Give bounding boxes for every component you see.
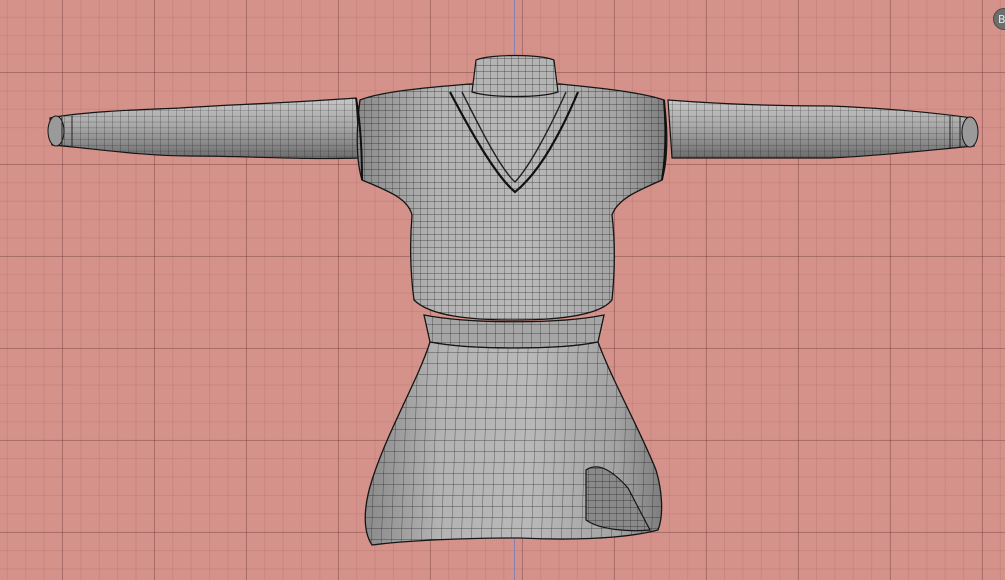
turtleneck-collar[interactable]: [471, 54, 559, 98]
right-sleeve[interactable]: [667, 99, 979, 159]
gizmo-label: B: [998, 13, 1005, 26]
skirt[interactable]: [364, 341, 663, 546]
sweater-torso[interactable]: [355, 83, 668, 321]
3d-viewport[interactable]: B: [0, 0, 1005, 580]
sweater-dress-mesh[interactable]: [0, 0, 1005, 580]
left-sleeve[interactable]: [47, 97, 361, 160]
